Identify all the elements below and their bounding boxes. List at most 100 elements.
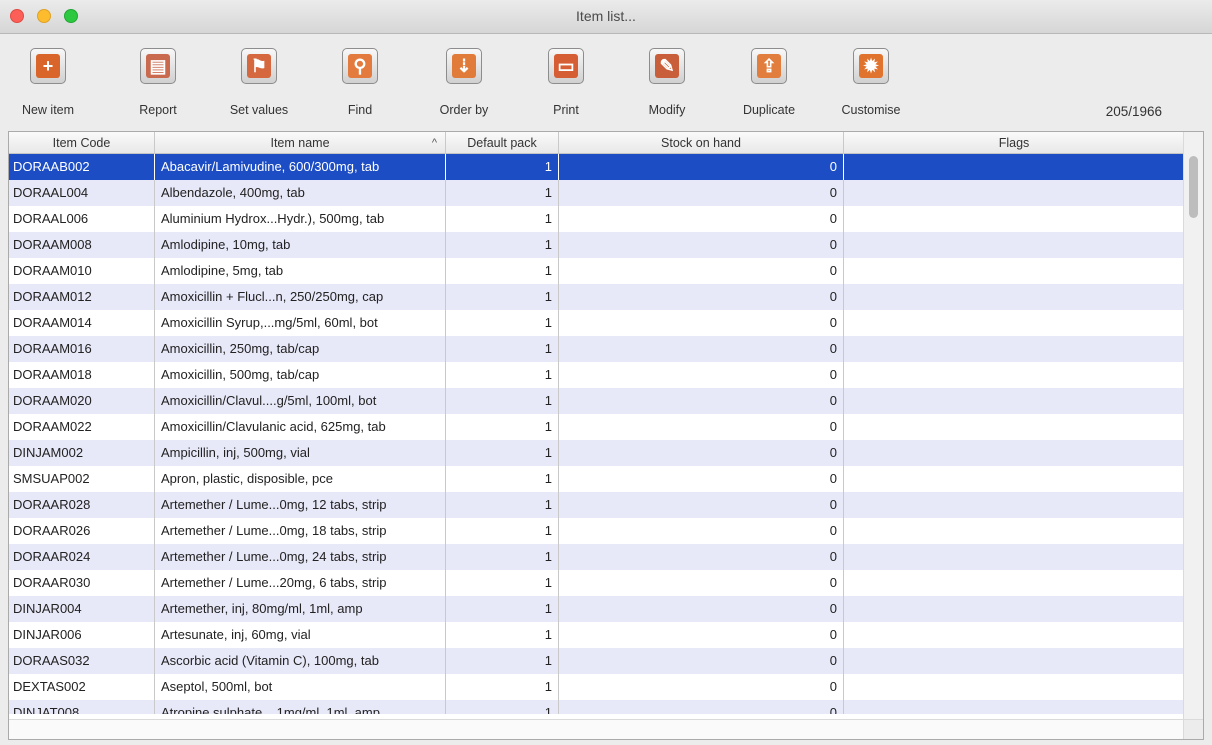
item-name-cell: Artemether / Lume...0mg, 24 tabs, strip (155, 544, 446, 570)
default-pack-cell: 1 (446, 414, 559, 440)
table-row[interactable]: DORAAR028 Artemether / Lume...0mg, 12 tab… (9, 492, 1184, 518)
item-code-cell: DORAAM008 (9, 232, 155, 258)
stock-on-hand-cell: 0 (559, 232, 844, 258)
default-pack-cell: 1 (446, 648, 559, 674)
magnifier-icon-glyph: ⚲ (348, 54, 372, 78)
default-pack-cell: 1 (446, 622, 559, 648)
set-values-button[interactable]: ⚑ Set values (219, 48, 299, 128)
item-code-cell: DORAAR026 (9, 518, 155, 544)
duplicate-button[interactable]: ⇪ Duplicate (729, 48, 809, 128)
table-row[interactable]: DEXTAS002 Aseptol, 500ml, bot 1 0 (9, 674, 1184, 700)
flags-cell (844, 622, 1184, 648)
flags-cell (844, 258, 1184, 284)
item-name-cell: Amoxicillin, 500mg, tab/cap (155, 362, 446, 388)
table-row[interactable]: DORAAR030 Artemether / Lume...20mg, 6 tab… (9, 570, 1184, 596)
flags-cell (844, 674, 1184, 700)
column-header-default-pack[interactable]: Default pack (446, 132, 559, 154)
flags-cell (844, 648, 1184, 674)
item-name-cell: Amlodipine, 5mg, tab (155, 258, 446, 284)
scroll-thumb[interactable] (1189, 156, 1198, 218)
table-row[interactable]: DORAAM012 Amoxicillin + Flucl...n, 250/25… (9, 284, 1184, 310)
default-pack-cell: 1 (446, 336, 559, 362)
table-row[interactable]: DORAAM022 Amoxicillin/Clavulanic acid, 62… (9, 414, 1184, 440)
default-pack-cell: 1 (446, 518, 559, 544)
edit-icon: ✎ (649, 48, 685, 84)
item-name-cell: Artemether / Lume...0mg, 12 tabs, strip (155, 492, 446, 518)
item-code-cell: DORAAM010 (9, 258, 155, 284)
horizontal-scrollbar[interactable] (9, 719, 1184, 739)
default-pack-cell: 1 (446, 258, 559, 284)
title-bar[interactable]: Item list... (0, 0, 1212, 34)
item-name-cell: Artemether / Lume...0mg, 18 tabs, strip (155, 518, 446, 544)
table-row[interactable]: DINJAR004 Artemether, inj, 80mg/ml, 1ml, … (9, 596, 1184, 622)
print-button[interactable]: ▭ Print (526, 48, 606, 128)
item-code-cell: DORAAR024 (9, 544, 155, 570)
report-button[interactable]: ▤ Report (118, 48, 198, 128)
table-row[interactable]: DORAAL006 Aluminium Hydrox...Hydr.), 500m… (9, 206, 1184, 232)
magnifier-icon: ⚲ (342, 48, 378, 84)
item-name-cell: Ascorbic acid (Vitamin C), 100mg, tab (155, 648, 446, 674)
item-code-cell: DORAAL004 (9, 180, 155, 206)
table-row[interactable]: DORAAL004 Albendazole, 400mg, tab 1 0 (9, 180, 1184, 206)
item-code-cell: DORAAM016 (9, 336, 155, 362)
stock-on-hand-cell: 0 (559, 310, 844, 336)
table-row[interactable]: DORAAM016 Amoxicillin, 250mg, tab/cap 1 0 (9, 336, 1184, 362)
column-header-item-name[interactable]: Item name ^ (155, 132, 446, 154)
table-row[interactable]: DORAAM008 Amlodipine, 10mg, tab 1 0 (9, 232, 1184, 258)
default-pack-cell: 1 (446, 180, 559, 206)
default-pack-cell: 1 (446, 674, 559, 700)
default-pack-cell: 1 (446, 206, 559, 232)
toolbar-button-label: Report (139, 103, 177, 117)
default-pack-cell: 1 (446, 440, 559, 466)
table-row[interactable]: DINJAM002 Ampicillin, inj, 500mg, vial 1 0 (9, 440, 1184, 466)
item-code-cell: DORAAS032 (9, 648, 155, 674)
toolbar-button-label: Duplicate (742, 103, 796, 117)
sort-icon-glyph: ⇣ (452, 54, 476, 78)
stock-on-hand-cell: 0 (559, 414, 844, 440)
default-pack-cell: 1 (446, 700, 559, 714)
table-row[interactable]: DINJAR006 Artesunate, inj, 60mg, vial 1 0 (9, 622, 1184, 648)
flags-cell (844, 362, 1184, 388)
column-header-item-code[interactable]: Item Code (9, 132, 155, 154)
toolbar-button-label: Modify (648, 103, 686, 117)
item-code-cell: DINJAM002 (9, 440, 155, 466)
table-row[interactable]: DORAAM018 Amoxicillin, 500mg, tab/cap 1 0 (9, 362, 1184, 388)
table-row[interactable]: DORAAM010 Amlodipine, 5mg, tab 1 0 (9, 258, 1184, 284)
default-pack-cell: 1 (446, 154, 559, 180)
stock-on-hand-cell: 0 (559, 570, 844, 596)
table-row[interactable]: DORAAR024 Artemether / Lume...0mg, 24 tab… (9, 544, 1184, 570)
toolbar-button-label: Print (553, 103, 579, 117)
table-row[interactable]: DORAAM014 Amoxicillin Syrup,...mg/5ml, 60… (9, 310, 1184, 336)
plus-icon-glyph: + (36, 54, 60, 78)
toolbar-button-label: Customise (841, 103, 901, 117)
table-row[interactable]: DORAAB002 Abacavir/Lamivudine, 600/300mg,… (9, 154, 1184, 180)
edit-icon-glyph: ✎ (655, 54, 679, 78)
gear-icon: ✹ (853, 48, 889, 84)
order-by-button[interactable]: ⇣ Order by (424, 48, 504, 128)
table-row[interactable]: SMSUAP002 Apron, plastic, disposible, pce… (9, 466, 1184, 492)
column-header-flags[interactable]: Flags (844, 132, 1184, 154)
item-name-cell: Amlodipine, 10mg, tab (155, 232, 446, 258)
find-button[interactable]: ⚲ Find (320, 48, 400, 128)
toolbar-button-label: New item (21, 103, 75, 117)
new-item-button[interactable]: + New item (8, 48, 88, 128)
modify-button[interactable]: ✎ Modify (627, 48, 707, 128)
stock-on-hand-cell: 0 (559, 518, 844, 544)
table-row[interactable]: DINJAT008 Atropine sulphate,...1mg/ml, 1m… (9, 700, 1184, 714)
window-title: Item list... (576, 8, 636, 24)
table-row[interactable]: DORAAS032 Ascorbic acid (Vitamin C), 100m… (9, 648, 1184, 674)
duplicate-icon-glyph: ⇪ (757, 54, 781, 78)
item-code-cell: DORAAM022 (9, 414, 155, 440)
vertical-scrollbar[interactable] (1183, 132, 1203, 721)
flag-icon-glyph: ⚑ (247, 54, 271, 78)
report-icon: ▤ (140, 48, 176, 84)
table-row[interactable]: DORAAR026 Artemether / Lume...0mg, 18 tab… (9, 518, 1184, 544)
customise-button[interactable]: ✹ Customise (831, 48, 911, 128)
column-header-stock-on-hand[interactable]: Stock on hand (559, 132, 844, 154)
flags-cell (844, 570, 1184, 596)
flags-cell (844, 336, 1184, 362)
table-row[interactable]: DORAAM020 Amoxicillin/Clavul....g/5ml, 10… (9, 388, 1184, 414)
default-pack-cell: 1 (446, 362, 559, 388)
item-code-cell: DORAAM018 (9, 362, 155, 388)
stock-on-hand-cell: 0 (559, 258, 844, 284)
